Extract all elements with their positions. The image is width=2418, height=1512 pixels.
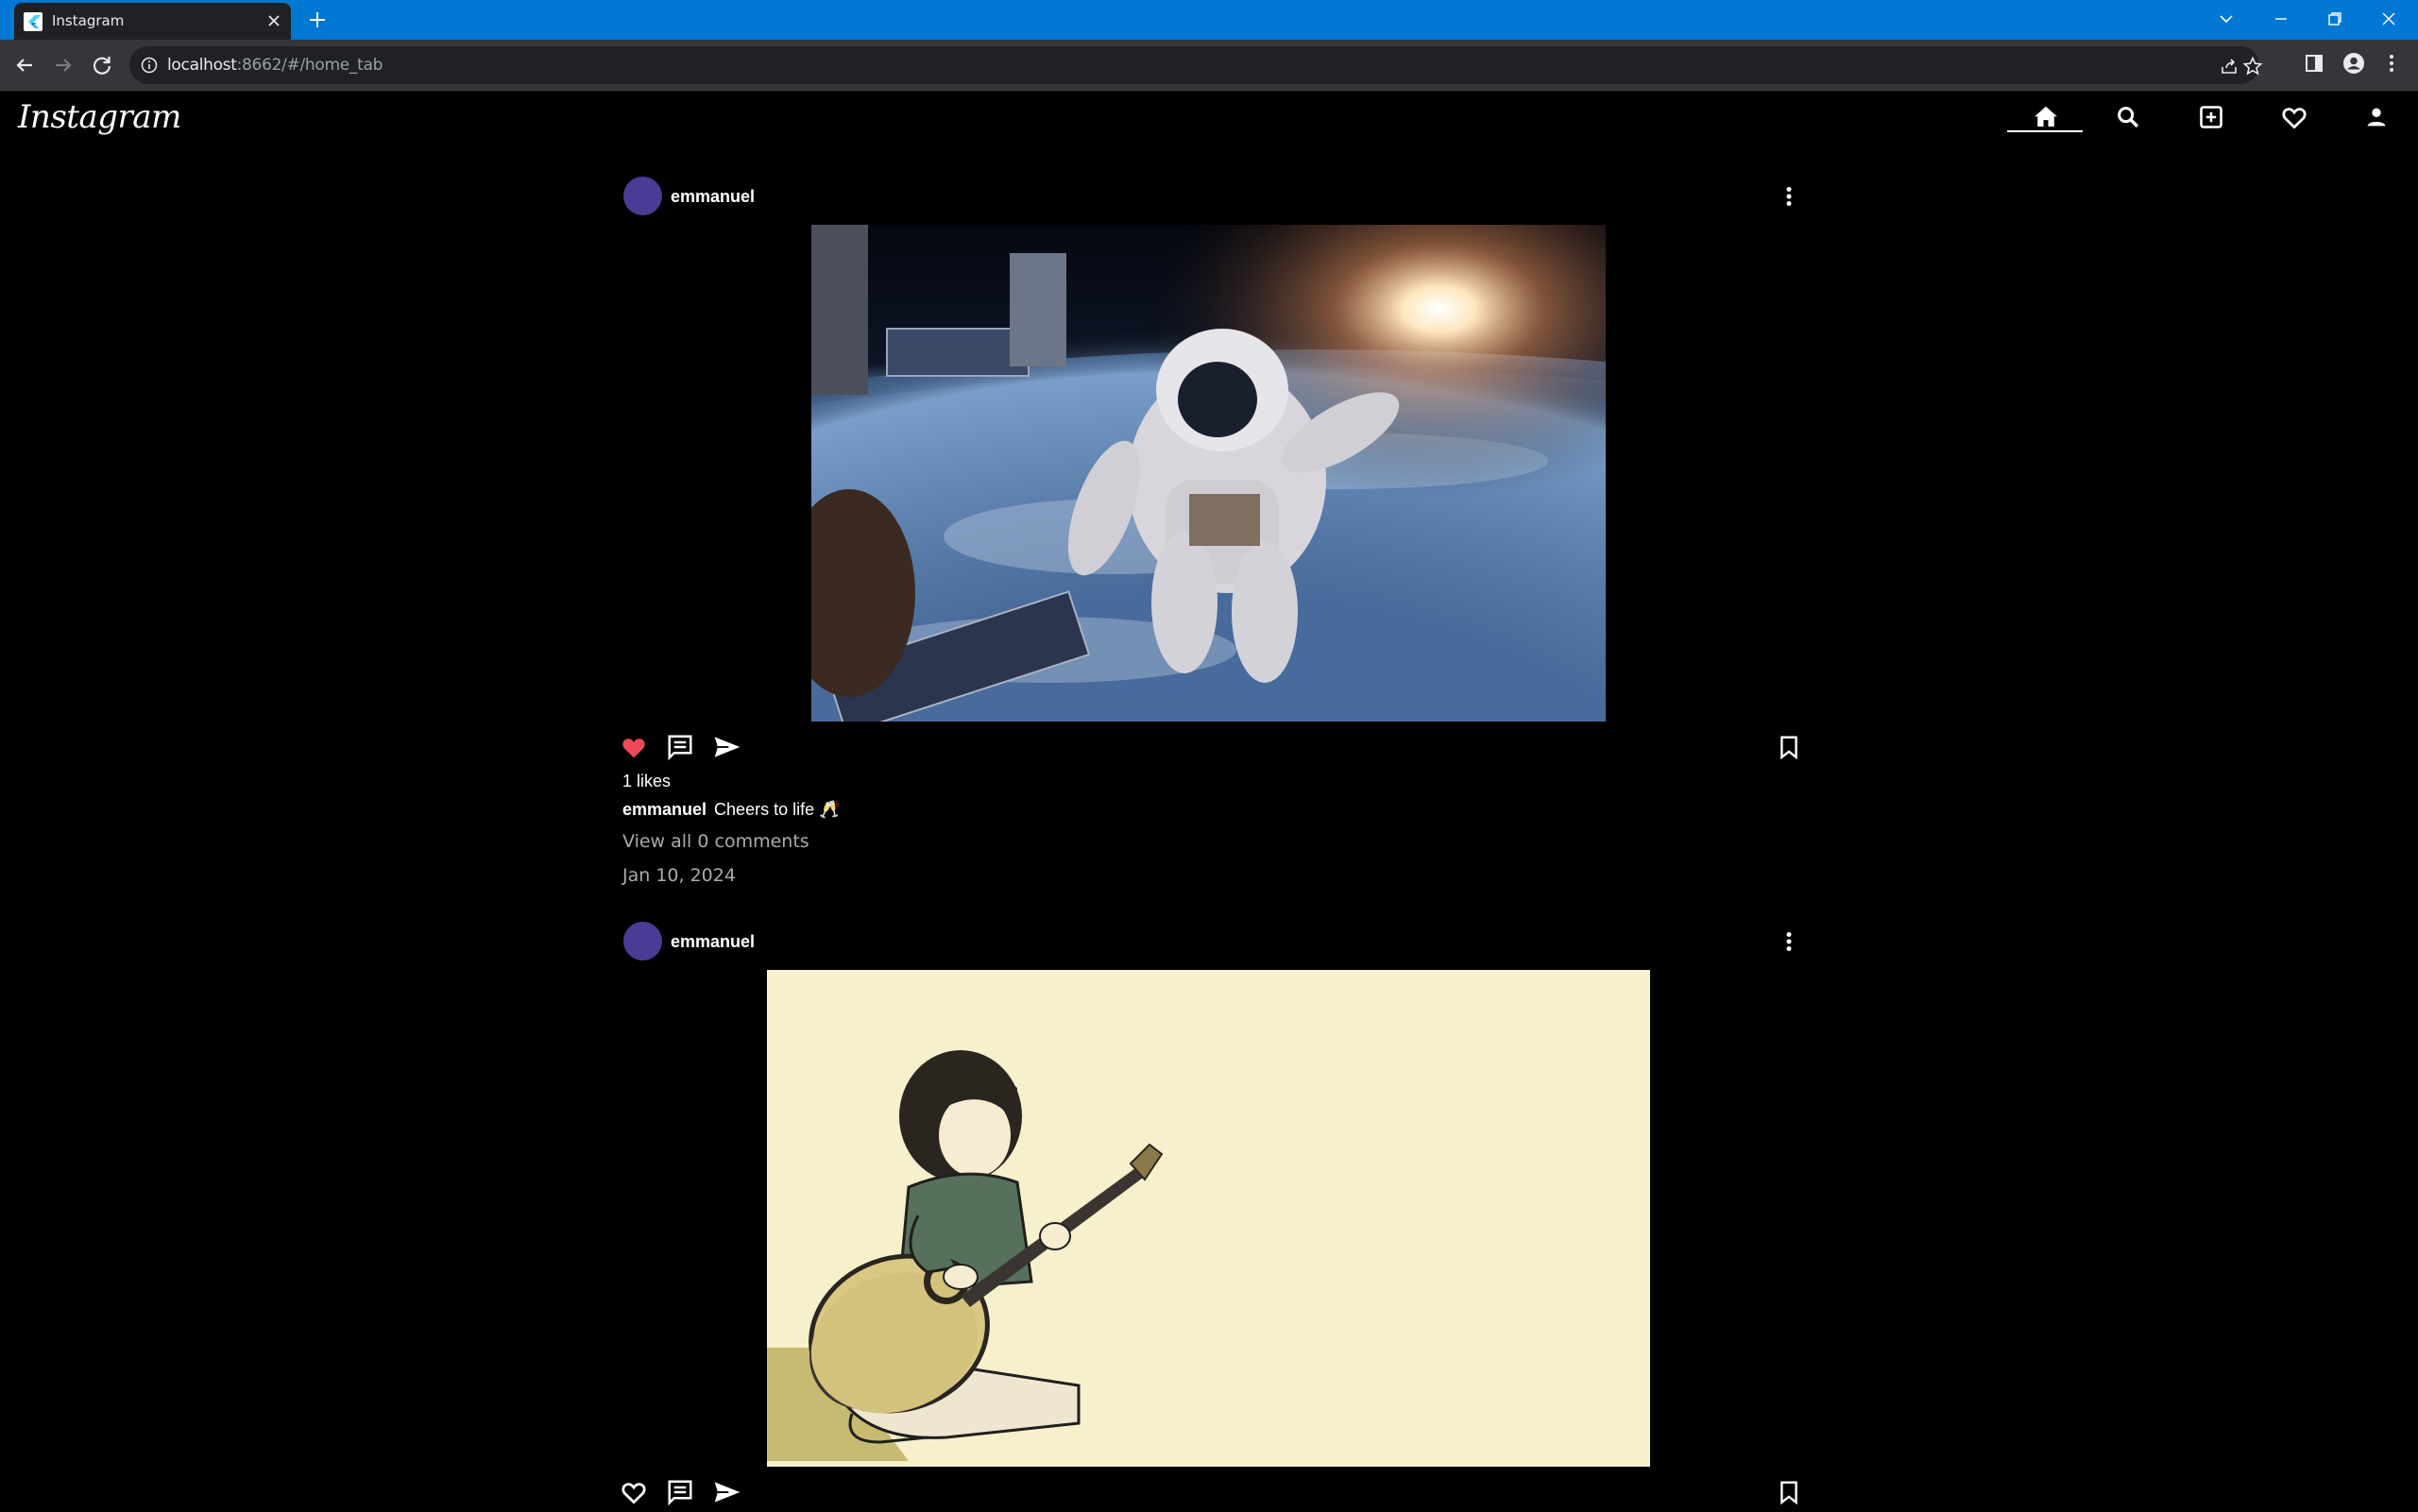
heart-filled-icon	[622, 739, 645, 758]
save-button[interactable]	[1771, 729, 1807, 765]
comment-icon	[668, 1480, 692, 1506]
comment-button[interactable]	[662, 1474, 698, 1510]
close-window-icon[interactable]	[2378, 8, 2399, 29]
nav-search[interactable]	[2107, 99, 2149, 135]
restore-icon[interactable]	[2324, 8, 2345, 29]
astronaut-photo[interactable]	[811, 225, 1606, 722]
site-info-icon[interactable]	[141, 57, 158, 74]
likes-count: 1 likes	[622, 772, 672, 790]
bookmark-star-icon[interactable]	[2242, 56, 2263, 76]
share-icon[interactable]	[2219, 56, 2239, 76]
browser-tab[interactable]: Instagram	[14, 3, 291, 40]
guitar-girl-illustration[interactable]	[767, 970, 1650, 1467]
tab-search-chevron-icon[interactable]	[2216, 8, 2237, 29]
bookmark-icon	[1780, 736, 1797, 759]
post-actions	[619, 729, 1804, 767]
like-button[interactable]	[616, 1474, 652, 1510]
post-date: Jan 10, 2024	[622, 865, 736, 886]
nav-profile[interactable]	[2356, 99, 2397, 135]
post-username[interactable]: emmanuel	[671, 932, 755, 952]
like-button[interactable]	[616, 729, 652, 765]
home-icon	[2035, 106, 2057, 127]
profile-icon	[2367, 108, 2386, 127]
caption-text: Cheers to life 🥂	[714, 800, 841, 819]
url-text[interactable]: localhost:8662/#/home_tab	[167, 56, 383, 75]
address-bar[interactable]: localhost:8662/#/home_tab	[129, 46, 2263, 84]
flutter-favicon-icon	[24, 12, 43, 31]
minimize-icon[interactable]	[2271, 8, 2291, 29]
browser-menu-icon[interactable]	[2380, 52, 2403, 75]
new-tab-plus-icon[interactable]	[307, 9, 328, 30]
nav-activity[interactable]	[2273, 99, 2315, 135]
back-arrow-icon[interactable]	[11, 52, 38, 78]
share-button[interactable]	[709, 1474, 745, 1510]
comment-button[interactable]	[662, 729, 698, 765]
more-options-icon[interactable]	[1776, 183, 1802, 210]
more-options-icon[interactable]	[1776, 928, 1802, 955]
post-header: emmanuel	[619, 922, 1804, 961]
app-header: Instagram	[0, 92, 2418, 148]
send-icon	[714, 1482, 741, 1503]
nav-add-post[interactable]	[2190, 99, 2232, 135]
avatar[interactable]	[623, 922, 662, 960]
post-username[interactable]: emmanuel	[671, 187, 755, 207]
comment-icon	[668, 735, 692, 761]
post-actions	[619, 1474, 1804, 1512]
close-tab-icon[interactable]	[266, 13, 281, 28]
feed-post: emmanuel	[619, 922, 1804, 1511]
profile-avatar-icon[interactable]	[2342, 52, 2365, 75]
send-icon	[714, 737, 741, 757]
bookmark-icon	[1780, 1481, 1797, 1504]
instagram-logo[interactable]: Instagram	[18, 98, 181, 136]
post-caption: emmanuel Cheers to life 🥂	[622, 800, 841, 820]
forward-arrow-icon[interactable]	[50, 52, 77, 78]
search-icon	[2118, 107, 2139, 128]
activity-heart-icon	[2282, 108, 2307, 129]
tab-title: Instagram	[52, 12, 125, 29]
active-nav-indicator	[2007, 130, 2083, 132]
save-button[interactable]	[1771, 1474, 1807, 1510]
heart-outline-icon	[622, 1483, 646, 1504]
browser-toolbar: localhost:8662/#/home_tab	[0, 40, 2418, 92]
view-comments-link[interactable]: View all 0 comments	[622, 831, 809, 852]
browser-tab-strip: Instagram	[0, 0, 2418, 40]
share-button[interactable]	[709, 729, 745, 765]
avatar[interactable]	[623, 177, 662, 215]
post-header: emmanuel	[619, 177, 1804, 216]
caption-username[interactable]: emmanuel	[622, 800, 707, 819]
feed-post: emmanuel	[619, 177, 1804, 894]
reload-icon[interactable]	[89, 52, 115, 78]
add-post-icon	[2200, 106, 2222, 128]
side-panel-icon[interactable]	[2303, 52, 2325, 75]
